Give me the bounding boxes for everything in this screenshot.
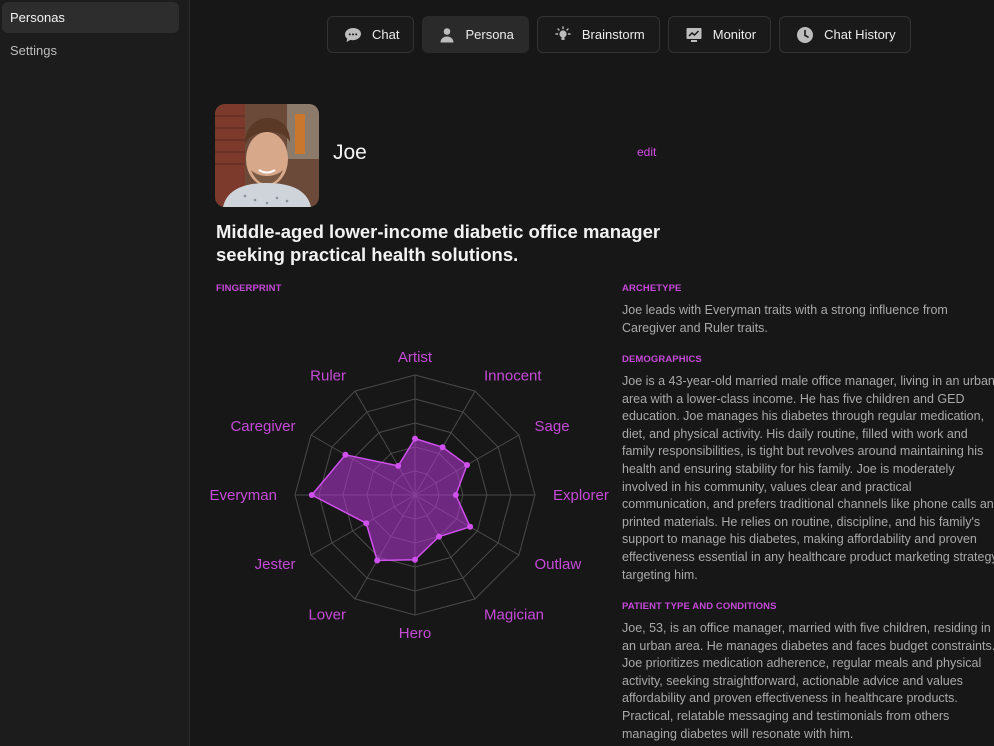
monitor-chart-icon <box>685 26 703 44</box>
radar-point <box>412 556 418 563</box>
radar-point <box>374 557 381 564</box>
radar-point <box>395 462 402 469</box>
radar-axis-label: Ruler <box>310 368 346 385</box>
radar-point <box>439 444 446 451</box>
radar-point <box>452 492 459 498</box>
tab-monitor[interactable]: Monitor <box>667 16 772 53</box>
radar-point <box>467 523 474 530</box>
tab-bar: Chat Persona Brainstorm Monitor Chat His… <box>327 16 911 53</box>
sidebar-item-settings[interactable]: Settings <box>2 35 179 66</box>
demographics-heading: DEMOGRAPHICS <box>622 354 702 365</box>
radar-axis-label: Everyman <box>209 487 277 504</box>
radar-axis-label: Explorer <box>553 487 609 504</box>
tab-label: Monitor <box>712 27 757 42</box>
archetype-heading: ARCHETYPE <box>622 283 682 294</box>
patient-conditions-text: Joe, 53, is an office manager, married w… <box>622 621 994 741</box>
radar-point <box>412 435 418 442</box>
radar-axis-label: Lover <box>308 607 346 624</box>
archetype-text: Joe leads with Everyman traits with a st… <box>622 303 948 335</box>
radar-point <box>363 520 370 527</box>
radar-point <box>308 492 315 498</box>
fingerprint-radar-chart: Artist Innocent Sage Explorer Outlaw Magician… <box>209 349 609 642</box>
radar-axis-label: Magician <box>484 607 544 624</box>
tab-label: Chat <box>372 27 400 42</box>
radar-area <box>310 437 472 562</box>
edit-link[interactable]: edit <box>637 145 656 159</box>
clock-icon <box>796 26 814 44</box>
radar-point <box>464 462 470 468</box>
persona-name: Joe <box>333 141 367 164</box>
radar-point <box>436 533 442 540</box>
tab-chat-history[interactable]: Chat History <box>779 16 911 53</box>
fingerprint-heading: FINGERPRINT <box>216 283 282 294</box>
demographics-text: Joe is a 43-year-old married male office… <box>622 374 994 582</box>
radar-axis-label: Hero <box>399 625 432 642</box>
tab-label: Persona <box>465 27 514 42</box>
radar-axis-label: Caregiver <box>230 418 295 435</box>
persona-summary: Middle-aged lower-income diabetic office… <box>216 221 661 265</box>
person-icon <box>439 27 455 43</box>
chat-bubble-icon <box>344 27 362 43</box>
radar-axis-label: Outlaw <box>535 556 582 573</box>
patient-conditions-heading: PATIENT TYPE AND CONDITIONS <box>622 601 777 612</box>
tab-persona[interactable]: Persona <box>422 16 529 53</box>
lightbulb-icon <box>554 25 572 44</box>
tab-label: Chat History <box>824 27 896 42</box>
radar-axis-label: Jester <box>255 556 296 573</box>
sidebar: Personas Settings <box>0 0 190 746</box>
radar-point <box>342 451 349 458</box>
tab-label: Brainstorm <box>581 27 645 42</box>
avatar <box>215 104 319 207</box>
radar-axis-label: Sage <box>535 418 570 435</box>
tab-brainstorm[interactable]: Brainstorm <box>536 16 660 53</box>
radar-axis-label: Artist <box>398 349 433 366</box>
radar-axis-label: Innocent <box>484 368 542 385</box>
tab-chat[interactable]: Chat <box>327 16 415 53</box>
sidebar-item-personas[interactable]: Personas <box>2 2 179 33</box>
